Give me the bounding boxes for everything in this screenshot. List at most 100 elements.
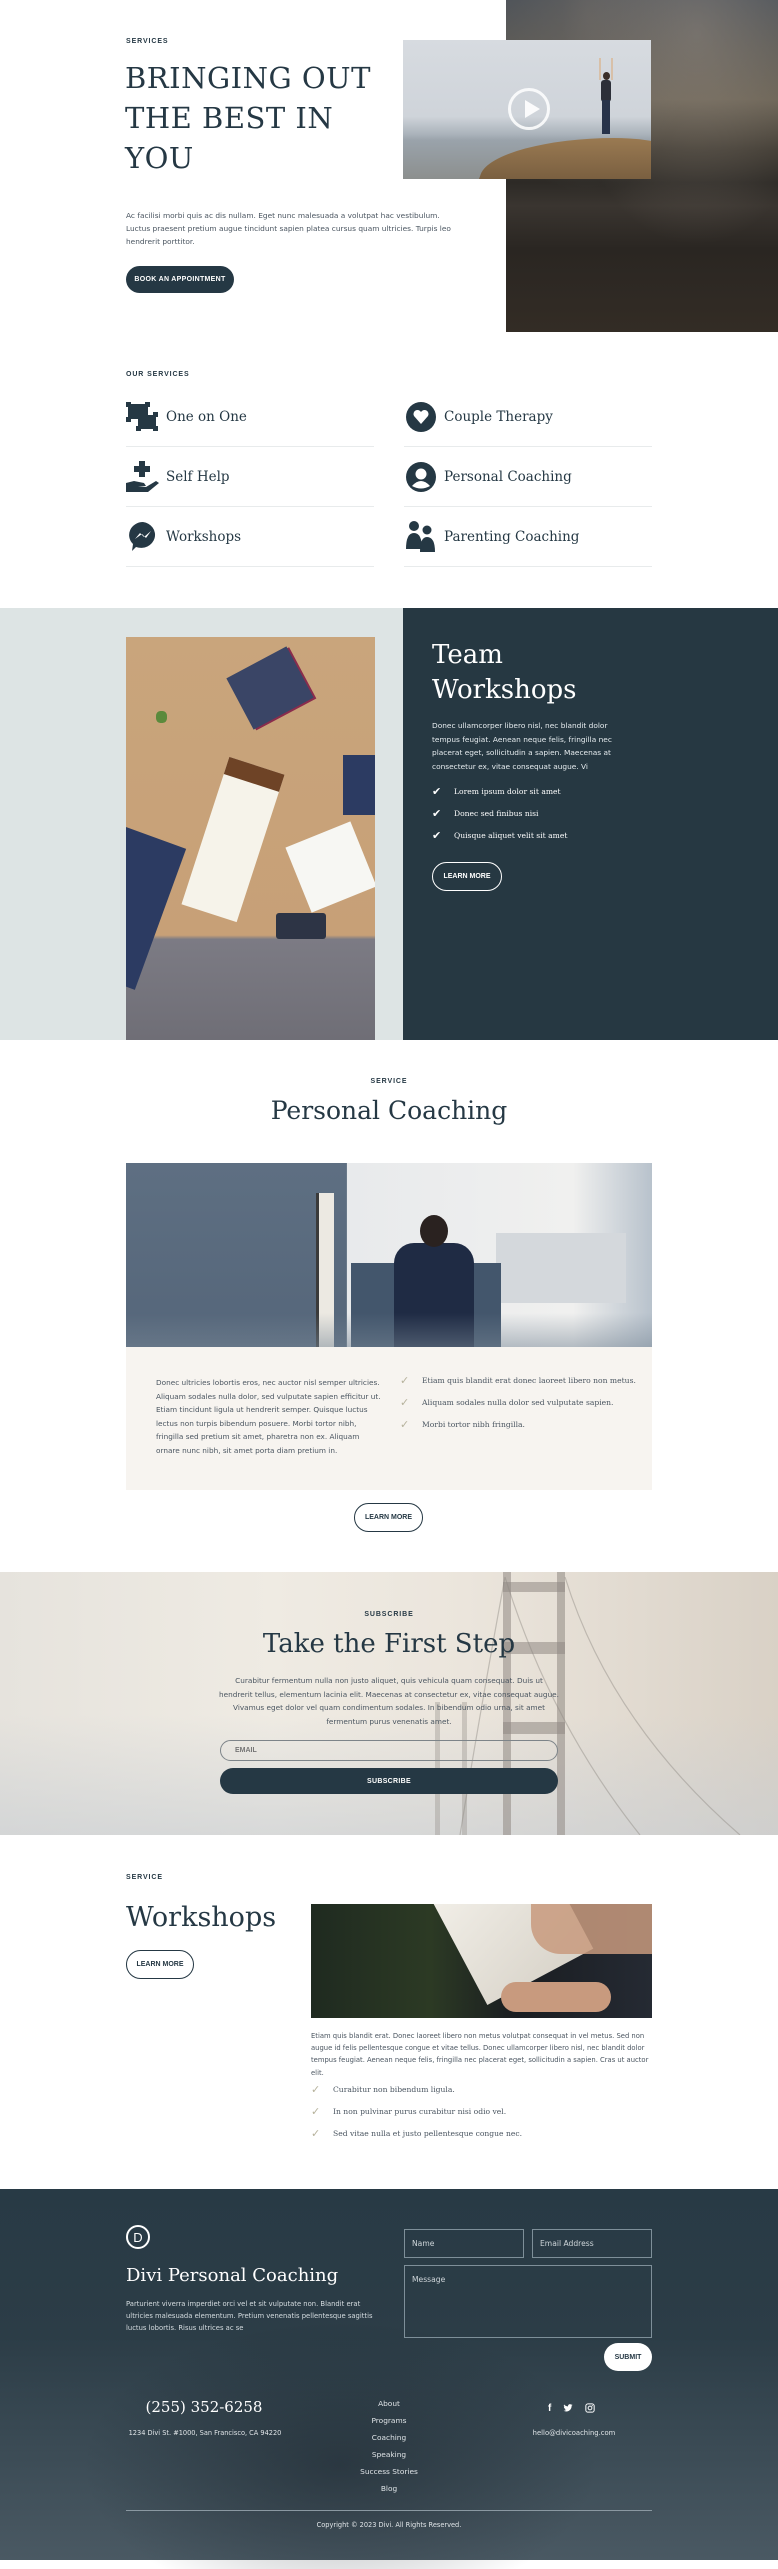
phone-shape: [276, 913, 326, 939]
twitter-icon[interactable]: [563, 2403, 573, 2413]
person-figure: [599, 58, 613, 138]
check-icon: ✓: [400, 1417, 410, 1431]
hero-eyebrow: SERVICES: [126, 38, 169, 45]
checklist-item: ✓ Etiam quis blandit erat donec laoreet l…: [400, 1373, 636, 1387]
footer-link-programs[interactable]: Programs: [339, 2416, 439, 2433]
subscribe-title: Take the First Step: [262, 1629, 516, 1659]
service-item-workshops[interactable]: Workshops: [126, 507, 374, 567]
social-links: f: [548, 2403, 596, 2414]
facebook-icon[interactable]: f: [548, 2403, 551, 2414]
hand-shape: [501, 1982, 611, 2012]
hand-holding-medical-icon: [126, 460, 160, 494]
subscribe-eyebrow: SUBSCRIBE: [364, 1611, 414, 1618]
notepad-shape: [181, 756, 285, 923]
personal-coaching-checklist: ✓ Etiam quis blandit erat donec laoreet l…: [400, 1369, 636, 1435]
hero-description: Ac facilisi morbi quis ac dis nullam. Eg…: [126, 211, 451, 246]
workshops-eyebrow: SERVICE: [126, 1874, 163, 1881]
city-building-shape: [496, 1233, 626, 1303]
submit-button[interactable]: SUBMIT: [604, 2343, 652, 2371]
check-icon: ✔: [432, 828, 442, 842]
email-field[interactable]: Email Address: [532, 2229, 652, 2258]
team-learn-more-button[interactable]: LEARN MORE: [432, 862, 502, 891]
checklist-item: ✔ Quisque aliquet velit sit amet: [432, 828, 568, 842]
service-item-parenting-coaching[interactable]: Parenting Coaching: [404, 507, 652, 567]
message-field[interactable]: Message: [404, 2265, 652, 2338]
personal-coaching-learn-more-button[interactable]: LEARN MORE: [354, 1503, 423, 1532]
personal-coaching-panel: Donec ultricies lobortis eros, nec aucto…: [126, 1347, 652, 1490]
footer-phone[interactable]: (255) 352-6258: [126, 2398, 282, 2416]
sleeve-shape-right: [343, 755, 375, 815]
notebook-shape: [226, 646, 314, 730]
footer-description: Parturient viverra imperdiet orci vel et…: [126, 2300, 373, 2333]
vector-square-icon: [126, 400, 160, 434]
subscribe-description: Curabitur fermentum nulla non justo aliq…: [219, 1676, 559, 1727]
personal-coaching-eyebrow: SERVICE: [370, 1078, 408, 1085]
service-label: Personal Coaching: [444, 468, 572, 485]
play-icon[interactable]: [508, 88, 550, 130]
footer-link-speaking[interactable]: Speaking: [339, 2450, 439, 2467]
footer-email[interactable]: hello@divicoaching.com: [494, 2429, 654, 2437]
team-workshops-title: Team Workshops: [432, 638, 577, 708]
man-head-shape: [420, 1215, 448, 1247]
user-circle-icon: [404, 460, 438, 494]
personal-coaching-title: Personal Coaching: [270, 1096, 508, 1125]
service-item-self-help[interactable]: Self Help: [126, 447, 374, 507]
ledge-shadow: [126, 1313, 652, 1347]
service-label: Self Help: [166, 468, 230, 485]
service-label: Couple Therapy: [444, 408, 553, 425]
hero-title-line: BRINGING OUT: [125, 61, 371, 95]
title-line: Team: [432, 640, 503, 670]
paper-shape: [285, 821, 375, 913]
workshops-description: Etiam quis blandit erat. Donec laoreet l…: [311, 2032, 649, 2077]
plant-shape: [156, 711, 167, 723]
check-icon: ✔: [432, 784, 442, 798]
footer-link-coaching[interactable]: Coaching: [339, 2433, 439, 2450]
subscribe-button[interactable]: SUBSCRIBE: [220, 1768, 558, 1794]
workshops-learn-more-button[interactable]: LEARN MORE: [126, 1950, 194, 1979]
title-line: Workshops: [432, 675, 577, 705]
personal-coaching-description: Donec ultricies lobortis eros, nec aucto…: [156, 1378, 381, 1455]
service-item-personal-coaching[interactable]: Personal Coaching: [404, 447, 652, 507]
footer-link-about[interactable]: About: [339, 2399, 439, 2416]
footer-divider: [126, 2510, 652, 2511]
user-friends-icon: [404, 520, 438, 554]
check-icon: ✓: [311, 2104, 321, 2118]
hill-shape: [472, 138, 651, 179]
service-label: Workshops: [166, 528, 242, 545]
hero-title-line: THE BEST IN: [125, 101, 334, 135]
hero-title-line: YOU: [125, 141, 194, 175]
businessman-rooftop-image: [126, 1163, 652, 1347]
footer-link-blog[interactable]: Blog: [339, 2484, 439, 2501]
checklist-item: ✓ Morbi tortor nibh fringilla.: [400, 1417, 525, 1431]
divi-logo-icon[interactable]: D: [126, 2225, 150, 2249]
services-eyebrow: OUR SERVICES: [126, 371, 190, 378]
service-item-one-on-one[interactable]: One on One: [126, 387, 374, 447]
checklist-item: ✓ Aliquam sodales nulla dolor sed vulputa…: [400, 1395, 614, 1409]
workshops-checklist: ✓ Curabitur non bibendum ligula. ✓ In non …: [311, 2078, 522, 2144]
check-icon: ✔: [432, 806, 442, 820]
workshops-title: Workshops: [126, 1902, 277, 1933]
service-label: One on One: [166, 408, 247, 425]
checklist-item: ✔ Donec sed finibus nisi: [432, 806, 539, 820]
check-icon: ✓: [311, 2126, 321, 2140]
email-input[interactable]: [220, 1740, 558, 1761]
team-workshops-checklist: ✔ Lorem ipsum dolor sit amet ✔ Donec sed f…: [432, 780, 567, 846]
heart-circle-icon: [404, 400, 438, 434]
book-appointment-button[interactable]: BOOK AN APPOINTMENT: [126, 266, 234, 293]
reading-book-image: [311, 1904, 652, 2018]
check-icon: ✓: [400, 1395, 410, 1409]
footer-link-success-stories[interactable]: Success Stories: [339, 2467, 439, 2484]
team-workshops-description: Donec ullamcorper libero nisl, nec bland…: [432, 721, 612, 772]
name-field[interactable]: Name: [404, 2229, 524, 2258]
sleeve-shape: [126, 827, 187, 990]
service-item-couple-therapy[interactable]: Couple Therapy: [404, 387, 652, 447]
check-icon: ✓: [311, 2082, 321, 2096]
checklist-item: ✓ Curabitur non bibendum ligula.: [311, 2082, 455, 2096]
instagram-icon[interactable]: [585, 2403, 596, 2413]
service-label: Parenting Coaching: [444, 528, 580, 545]
footer-address: 1234 Divi St. #1000, San Francisco, CA 9…: [128, 2429, 282, 2437]
messenger-icon: [126, 520, 160, 554]
footer-brand: Divi Personal Coaching: [126, 2265, 339, 2286]
team-meeting-image: [126, 637, 375, 1040]
hero-title: BRINGING OUT THE BEST IN YOU: [125, 58, 371, 178]
